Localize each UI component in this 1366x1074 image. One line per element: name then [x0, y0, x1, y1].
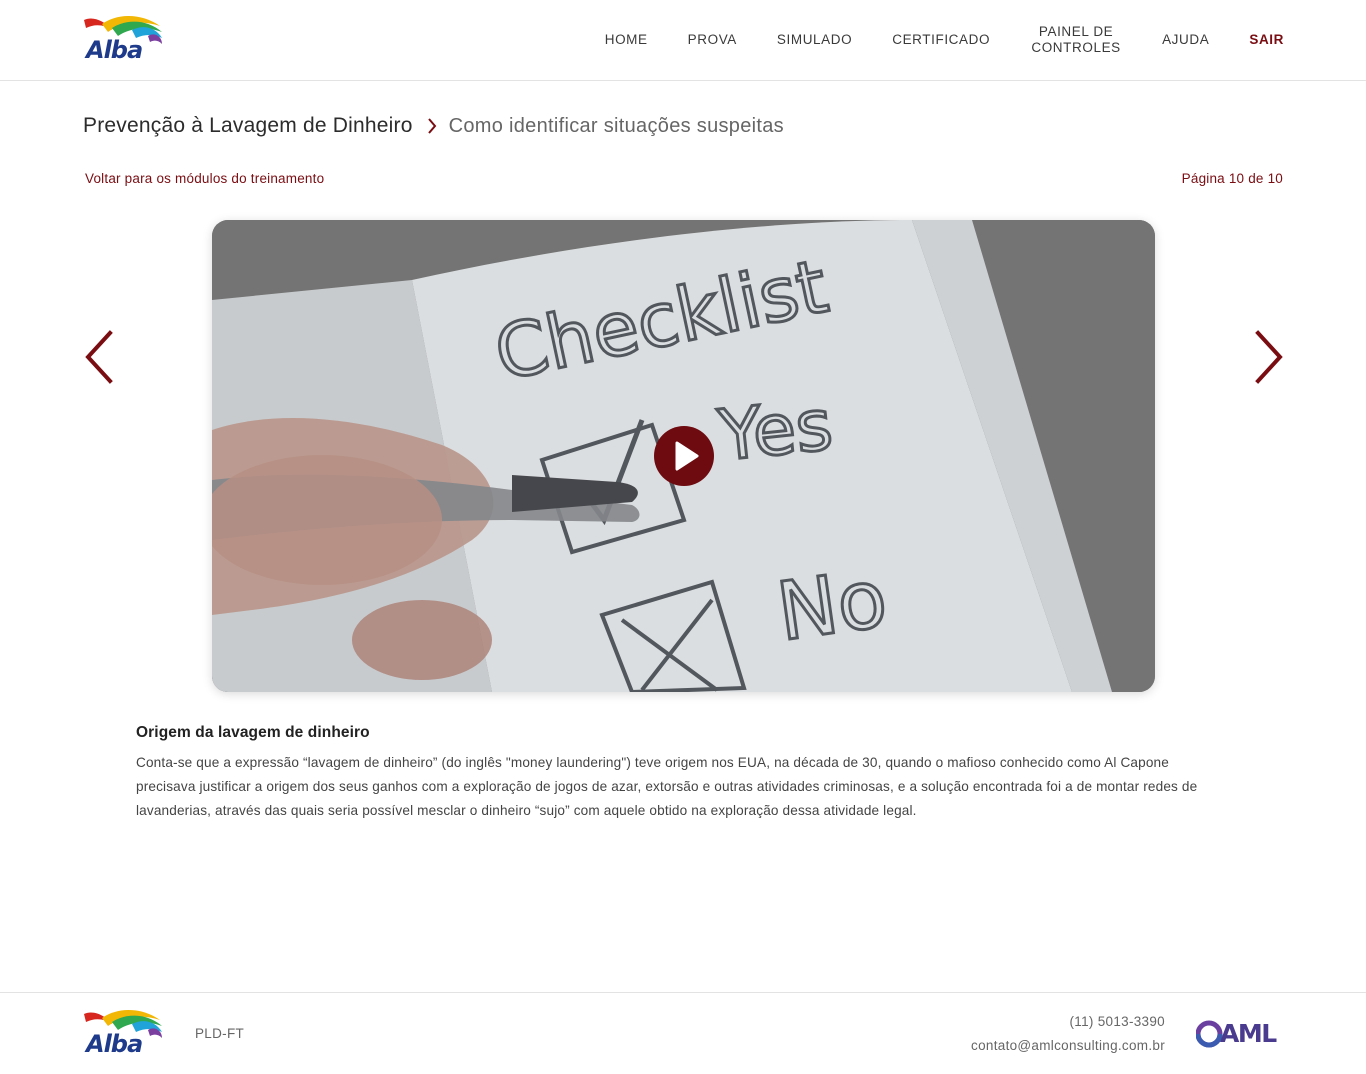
play-button[interactable] — [654, 426, 714, 486]
previous-page-arrow-icon[interactable] — [82, 330, 116, 384]
back-to-modules-link[interactable]: Voltar para os módulos do treinamento — [85, 171, 324, 186]
footer-tag: PLD-FT — [195, 1026, 245, 1041]
next-page-arrow-icon[interactable] — [1252, 330, 1286, 384]
nav-painel-line2: CONTROLES — [1031, 40, 1121, 55]
aml-logo-text: AML — [1220, 1019, 1277, 1048]
content-body: Conta-se que a expressão “lavagem de din… — [136, 755, 1198, 818]
alba-logo[interactable]: Alba — [82, 14, 166, 66]
nav-ajuda[interactable]: AJUDA — [1162, 32, 1209, 48]
footer-logo-text: Alba — [86, 1030, 143, 1058]
nav-painel-de-controles[interactable]: PAINEL DE CONTROLES — [1030, 24, 1122, 56]
nav-home[interactable]: HOME — [605, 32, 648, 48]
footer: Alba PLD-FT (11) 5013-3390 contato@amlco… — [0, 992, 1366, 1074]
nav-prova[interactable]: PROVA — [688, 32, 737, 48]
footer-alba-logo: Alba — [82, 1008, 166, 1060]
breadcrumb: Prevenção à Lavagem de Dinheiro Como ide… — [83, 114, 784, 138]
nav-simulado[interactable]: SIMULADO — [777, 32, 852, 48]
breadcrumb-course[interactable]: Prevenção à Lavagem de Dinheiro — [83, 114, 413, 138]
footer-phone: (11) 5013-3390 — [1069, 1014, 1165, 1029]
nav-painel-line1: PAINEL DE — [1038, 24, 1114, 39]
aml-logo: AML — [1195, 1019, 1284, 1049]
nav-certificado[interactable]: CERTIFICADO — [892, 32, 990, 48]
play-icon — [675, 441, 699, 471]
main-nav: HOME PROVA SIMULADO CERTIFICADO PAINEL D… — [565, 0, 1284, 80]
nav-sair[interactable]: SAIR — [1249, 32, 1284, 48]
top-header: Alba HOME PROVA SIMULADO CERTIFICADO PAI… — [0, 0, 1366, 81]
content-title: Origem da lavagem de dinheiro — [136, 724, 370, 741]
logo-text: Alba — [86, 36, 143, 64]
footer-email[interactable]: contato@amlconsulting.com.br — [971, 1038, 1165, 1053]
chevron-right-icon — [427, 118, 436, 134]
breadcrumb-module: Como identificar situações suspeitas — [448, 114, 784, 137]
page-indicator: Página 10 de 10 — [1181, 171, 1283, 186]
video-player[interactable]: Checklist Yes No — [212, 220, 1155, 692]
